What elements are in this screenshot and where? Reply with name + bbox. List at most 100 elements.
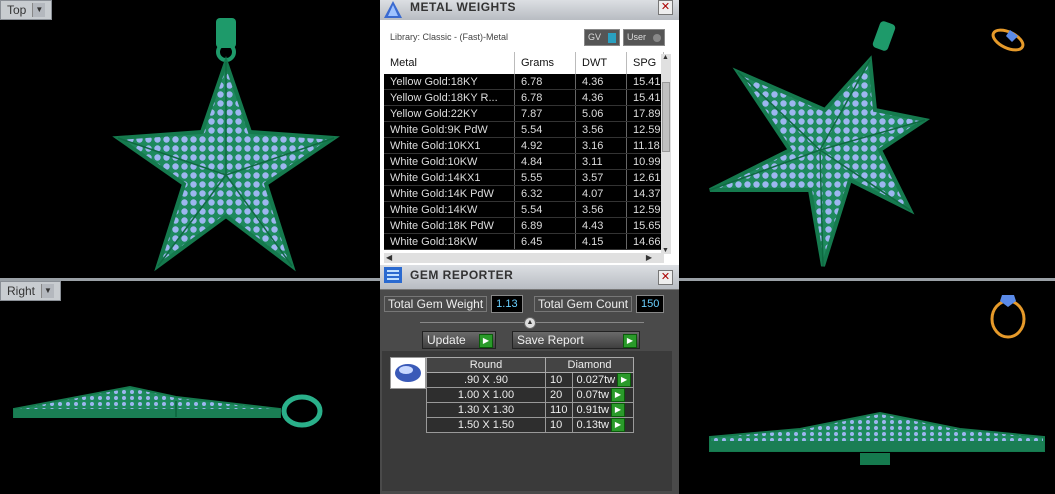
grams-cell: 5.54 xyxy=(514,121,576,138)
play-arrow-icon[interactable]: ▶ xyxy=(610,403,625,417)
column-header-grams[interactable]: Grams xyxy=(514,52,576,74)
gem-table: Round Diamond .90 X .90 10 0.027tw ▶ 1.00 X … xyxy=(426,357,635,433)
gem-size-cell: 1.30 X 1.30 xyxy=(426,402,546,418)
dwt-cell: 4.07 xyxy=(575,185,627,202)
gem-weight-cell-text: 0.13tw xyxy=(576,418,609,431)
table-row[interactable]: Yellow Gold:18KY R... 6.78 4.36 15.41 xyxy=(384,89,664,106)
spg-cell: 12.59 xyxy=(626,121,664,138)
column-header-spg[interactable]: SPG xyxy=(626,52,664,74)
viewport-right-label[interactable]: Right ▼ xyxy=(0,281,62,301)
gem-row[interactable]: .90 X .90 10 0.027tw ▶ xyxy=(426,372,635,388)
metal-name-cell: Yellow Gold:18KY R... xyxy=(384,89,515,106)
column-header-dwt[interactable]: DWT xyxy=(575,52,627,74)
library-label: Library: Classic - (Fast)-Metal xyxy=(390,32,509,42)
gem-row[interactable]: 1.50 X 1.50 10 0.13tw ▶ xyxy=(426,417,635,433)
metal-weights-header-row: Metal Grams DWT SPG xyxy=(384,52,664,74)
spg-cell: 15.65 xyxy=(626,217,664,234)
table-row[interactable]: White Gold:10KW 4.84 3.11 10.99 xyxy=(384,153,664,170)
table-row[interactable]: Yellow Gold:22KY 7.87 5.06 17.89 xyxy=(384,105,664,122)
user-toggle[interactable]: User xyxy=(623,29,665,46)
table-row[interactable]: White Gold:14K PdW 6.32 4.07 14.37 xyxy=(384,185,664,202)
play-arrow-icon: ▶ xyxy=(623,334,637,348)
grams-cell: 6.45 xyxy=(514,233,576,250)
gem-size-cell: 1.00 X 1.00 xyxy=(426,387,546,403)
gv-toggle-label: GV xyxy=(588,32,602,42)
collapse-arrow-icon[interactable]: ▲ xyxy=(524,317,536,329)
round-diamond-gem-icon xyxy=(390,357,426,389)
metal-weights-titlebar[interactable]: METAL WEIGHTS ✕ xyxy=(380,0,679,21)
spg-cell: 10.99 xyxy=(626,153,664,170)
metal-name-cell: White Gold:14K PdW xyxy=(384,185,515,202)
viewport-right[interactable]: Right ▼ xyxy=(0,281,380,494)
gem-count-cell-text: 20 xyxy=(550,389,563,401)
ring-orientation-icon[interactable] xyxy=(990,26,1026,54)
play-arrow-icon[interactable]: ▶ xyxy=(610,388,625,402)
scroll-left-icon[interactable]: ◀ xyxy=(386,253,392,262)
table-row[interactable]: White Gold:10KX1 4.92 3.16 11.18 xyxy=(384,137,664,154)
metal-name-cell: White Gold:14KW xyxy=(384,201,515,218)
star-pendant-side-render xyxy=(13,385,323,428)
star-pendant-perspective-render xyxy=(709,21,1026,267)
gem-weight-cell-text: 0.91tw xyxy=(576,403,609,416)
table-row[interactable]: Yellow Gold:18KY 6.78 4.36 15.41 xyxy=(384,74,664,90)
gem-size-cell-text: 1.00 X 1.00 xyxy=(457,389,515,401)
grams-cell: 4.92 xyxy=(514,137,576,154)
metal-weights-vertical-scrollbar[interactable]: ▲ ▼ xyxy=(661,54,671,254)
gem-row[interactable]: 1.00 X 1.00 20 0.07tw ▶ xyxy=(426,387,635,403)
spg-cell: 17.89 xyxy=(626,105,664,122)
close-icon[interactable]: ✕ xyxy=(658,270,673,285)
grams-cell: 6.89 xyxy=(514,217,576,234)
save-report-button-label: Save Report xyxy=(517,333,584,347)
grams-cell: 6.32 xyxy=(514,185,576,202)
gem-count-cell: 20 xyxy=(545,387,573,403)
scroll-thumb[interactable] xyxy=(662,82,670,152)
gem-size-cell-text: 1.50 X 1.50 xyxy=(457,419,515,431)
table-row[interactable]: White Gold:18KW 6.45 4.15 14.66 xyxy=(384,233,664,250)
total-gem-count: Total Gem Count 150 xyxy=(534,295,665,313)
gem-reporter-titlebar[interactable]: GEM REPORTER ✕ xyxy=(380,265,679,290)
ring-orientation-icon[interactable] xyxy=(990,295,1026,339)
dwt-cell: 3.11 xyxy=(575,153,627,170)
table-row[interactable]: White Gold:14KW 5.54 3.56 12.59 xyxy=(384,201,664,218)
column-header-metal[interactable]: Metal xyxy=(384,52,515,74)
collapse-slider[interactable]: ▲ xyxy=(420,317,644,329)
viewport-front[interactable] xyxy=(680,281,1055,494)
update-button[interactable]: Update ▶ xyxy=(422,331,496,349)
table-row[interactable]: White Gold:9K PdW 5.54 3.56 12.59 xyxy=(384,121,664,138)
gem-material-header: Diamond xyxy=(544,357,635,373)
viewport-top[interactable]: Top ▼ xyxy=(0,0,380,278)
scroll-right-icon[interactable]: ▶ xyxy=(646,253,652,262)
spg-cell: 12.61 xyxy=(626,169,664,186)
total-gem-count-value: 150 xyxy=(636,295,665,313)
gem-row[interactable]: 1.30 X 1.30 110 0.91tw ▶ xyxy=(426,402,635,418)
gem-size-cell-text: .90 X .90 xyxy=(463,374,509,386)
viewport-perspective[interactable] xyxy=(680,0,1055,278)
scroll-up-icon[interactable]: ▲ xyxy=(662,54,669,61)
play-arrow-icon[interactable]: ▶ xyxy=(610,418,625,432)
table-row[interactable]: White Gold:18K PdW 6.89 4.43 15.65 xyxy=(384,217,664,234)
spg-cell: 15.41 xyxy=(626,89,664,106)
gem-weight-cell: 0.027tw ▶ xyxy=(571,372,635,388)
play-arrow-icon[interactable]: ▶ xyxy=(617,373,632,387)
gem-count-cell-text: 10 xyxy=(550,419,563,431)
gem-weight-cell: 0.13tw ▶ xyxy=(571,417,635,433)
gem-table-header-row: Round Diamond xyxy=(426,357,635,373)
save-report-button[interactable]: Save Report ▶ xyxy=(512,331,640,349)
gem-reporter-icon xyxy=(384,267,402,283)
grams-cell: 5.54 xyxy=(514,201,576,218)
gem-count-cell: 110 xyxy=(545,402,573,418)
grams-cell: 6.78 xyxy=(514,89,576,106)
spg-cell: 11.18 xyxy=(626,137,664,154)
metal-weights-title: METAL WEIGHTS xyxy=(410,0,517,14)
chevron-down-icon[interactable]: ▼ xyxy=(41,284,55,298)
close-icon[interactable]: ✕ xyxy=(658,0,673,15)
table-row[interactable]: White Gold:14KX1 5.55 3.57 12.61 xyxy=(384,169,664,186)
metal-name-cell: White Gold:9K PdW xyxy=(384,121,515,138)
total-gem-weight-value: 1.13 xyxy=(491,295,523,313)
dwt-cell: 3.56 xyxy=(575,201,627,218)
gem-size-cell: 1.50 X 1.50 xyxy=(426,417,546,433)
metal-name-cell: White Gold:18K PdW xyxy=(384,217,515,234)
spg-cell: 14.66 xyxy=(626,233,664,250)
gv-toggle[interactable]: GV xyxy=(584,29,620,46)
metal-weights-horizontal-scrollbar[interactable]: ◀ ▶ xyxy=(384,253,664,263)
